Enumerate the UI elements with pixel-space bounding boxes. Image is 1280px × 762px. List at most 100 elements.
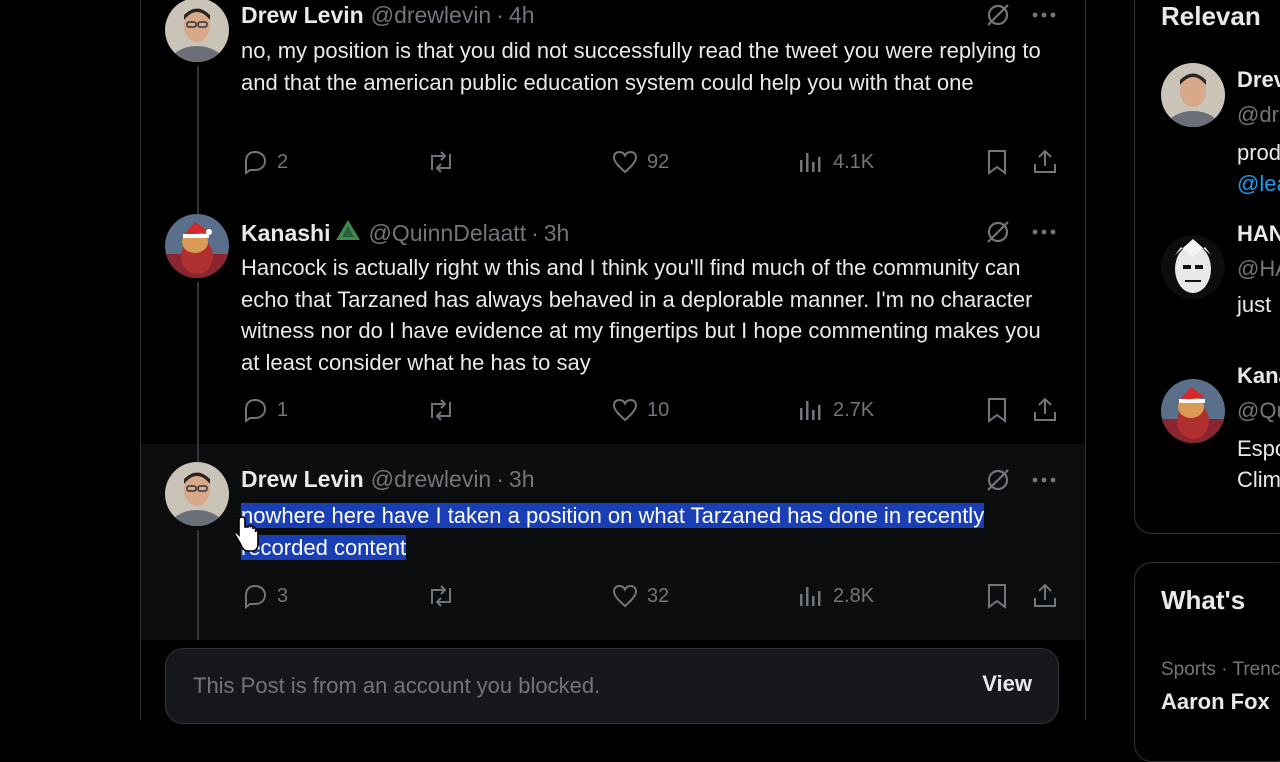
author-handle[interactable]: @QuinnDelaatt bbox=[368, 220, 526, 247]
post-text-selected: nowhere here have I taken a position on … bbox=[241, 500, 1051, 563]
relevant-title: Relevan bbox=[1161, 1, 1261, 31]
avatar[interactable] bbox=[165, 214, 229, 278]
view-button[interactable]: View bbox=[982, 671, 1032, 697]
author-name[interactable]: Drew Levin bbox=[241, 2, 364, 29]
user-handle[interactable]: @Qu bbox=[1237, 398, 1280, 424]
share-icon bbox=[1031, 582, 1059, 610]
repost-icon bbox=[425, 396, 457, 424]
post-top-icons bbox=[985, 219, 1057, 250]
repost-button[interactable] bbox=[425, 582, 457, 610]
like-count: 92 bbox=[647, 150, 670, 173]
share-button[interactable] bbox=[1031, 396, 1059, 424]
reply-count: 1 bbox=[277, 398, 289, 421]
grok-icon[interactable] bbox=[985, 467, 1011, 498]
bookmark-icon bbox=[984, 396, 1010, 424]
bookmark-button[interactable] bbox=[984, 396, 1010, 424]
post-text: no, my position is that you did not succ… bbox=[241, 38, 1041, 95]
author-handle[interactable]: @drewlevin bbox=[371, 2, 492, 29]
heart-icon bbox=[611, 396, 639, 424]
reply-post[interactable]: Drew Levin @drewlevin · 4h no, my positi… bbox=[141, 0, 1085, 200]
views-button[interactable]: 2.8K bbox=[797, 582, 874, 610]
user-bio: Espo bbox=[1237, 436, 1280, 461]
analytics-icon bbox=[797, 396, 825, 424]
avatar[interactable] bbox=[1161, 379, 1225, 443]
author-name[interactable]: Drew Levin bbox=[241, 466, 364, 493]
user-bio-link[interactable]: @lea bbox=[1237, 168, 1280, 199]
thread-line bbox=[197, 530, 199, 640]
user-name[interactable]: HAN bbox=[1237, 221, 1280, 247]
bookmark-button[interactable] bbox=[984, 582, 1010, 610]
views-count: 2.7K bbox=[833, 398, 875, 421]
reply-icon bbox=[241, 148, 269, 176]
views-count: 4.1K bbox=[833, 150, 875, 173]
user-name[interactable]: Drev bbox=[1237, 67, 1280, 93]
views-count: 2.8K bbox=[833, 584, 875, 607]
author-name[interactable]: Kanashi bbox=[241, 220, 330, 247]
analytics-icon bbox=[797, 582, 825, 610]
reply-post[interactable]: Kanashi @QuinnDelaatt · 3h Hancock is ac… bbox=[141, 200, 1085, 444]
blocked-message: This Post is from an account you blocked… bbox=[193, 673, 601, 698]
avatar[interactable] bbox=[1161, 63, 1225, 127]
trend-name[interactable]: Aaron Fox bbox=[1161, 689, 1270, 715]
repost-icon bbox=[425, 148, 457, 176]
thread-line bbox=[197, 66, 199, 200]
blocked-post-notice: This Post is from an account you blocked… bbox=[165, 648, 1059, 724]
action-bar: 2 92 4.1K bbox=[241, 148, 1061, 180]
grok-icon[interactable] bbox=[985, 219, 1011, 250]
reply-button[interactable]: 2 bbox=[241, 148, 288, 176]
like-count: 10 bbox=[647, 398, 670, 421]
whats-title: What's bbox=[1161, 585, 1246, 615]
user-handle[interactable]: @dr bbox=[1237, 102, 1279, 128]
like-button[interactable]: 10 bbox=[611, 396, 669, 424]
thread-line bbox=[197, 282, 199, 444]
trend-meta: Sports · Trenc bbox=[1161, 659, 1280, 680]
bookmark-button[interactable] bbox=[984, 148, 1010, 176]
separator: · bbox=[496, 466, 504, 492]
share-button[interactable] bbox=[1031, 582, 1059, 610]
like-button[interactable]: 32 bbox=[611, 582, 669, 610]
share-icon bbox=[1031, 396, 1059, 424]
views-button[interactable]: 4.1K bbox=[797, 148, 874, 176]
avatar[interactable] bbox=[1161, 235, 1225, 299]
more-icon[interactable] bbox=[1031, 467, 1057, 498]
post-time[interactable]: 3h bbox=[544, 220, 570, 247]
views-button[interactable]: 2.7K bbox=[797, 396, 874, 424]
reply-icon bbox=[241, 396, 269, 424]
reply-button[interactable]: 1 bbox=[241, 396, 288, 424]
selected-text: nowhere here have I taken a position on … bbox=[241, 503, 985, 560]
user-handle[interactable]: @HA bbox=[1237, 256, 1280, 282]
post-header: Drew Levin @drewlevin · 4h bbox=[241, 2, 535, 29]
avatar[interactable] bbox=[165, 0, 229, 62]
user-bio: Clim bbox=[1237, 467, 1280, 492]
user-bio: prod bbox=[1237, 140, 1280, 165]
action-bar: 3 32 2.8K bbox=[241, 582, 1061, 614]
bookmark-icon bbox=[984, 582, 1010, 610]
separator: · bbox=[496, 2, 504, 28]
post-time[interactable]: 3h bbox=[509, 466, 535, 493]
reply-count: 2 bbox=[277, 150, 289, 173]
reply-post-focused[interactable]: Drew Levin @drewlevin · 3h nowhere here … bbox=[141, 444, 1085, 640]
grok-icon[interactable] bbox=[985, 2, 1011, 33]
more-icon[interactable] bbox=[1031, 219, 1057, 250]
post-top-icons bbox=[985, 467, 1057, 498]
bookmark-icon bbox=[984, 148, 1010, 176]
conversation-feed: Drew Levin @drewlevin · 4h no, my positi… bbox=[140, 0, 1086, 724]
share-icon bbox=[1031, 148, 1059, 176]
separator: · bbox=[531, 219, 539, 246]
avatar[interactable] bbox=[165, 462, 229, 526]
analytics-icon bbox=[797, 148, 825, 176]
more-icon[interactable] bbox=[1031, 2, 1057, 33]
like-button[interactable]: 92 bbox=[611, 148, 669, 176]
post-time[interactable]: 4h bbox=[509, 2, 535, 29]
author-handle[interactable]: @drewlevin bbox=[371, 466, 492, 493]
heart-icon bbox=[611, 582, 639, 610]
post-header: Drew Levin @drewlevin · 3h bbox=[241, 466, 535, 493]
repost-button[interactable] bbox=[425, 148, 457, 176]
mouse-cursor-icon bbox=[233, 515, 260, 558]
share-button[interactable] bbox=[1031, 148, 1059, 176]
repost-button[interactable] bbox=[425, 396, 457, 424]
reply-button[interactable]: 3 bbox=[241, 582, 288, 610]
reply-count: 3 bbox=[277, 584, 289, 607]
post-top-icons bbox=[985, 2, 1057, 33]
user-name[interactable]: Kana bbox=[1237, 363, 1280, 389]
